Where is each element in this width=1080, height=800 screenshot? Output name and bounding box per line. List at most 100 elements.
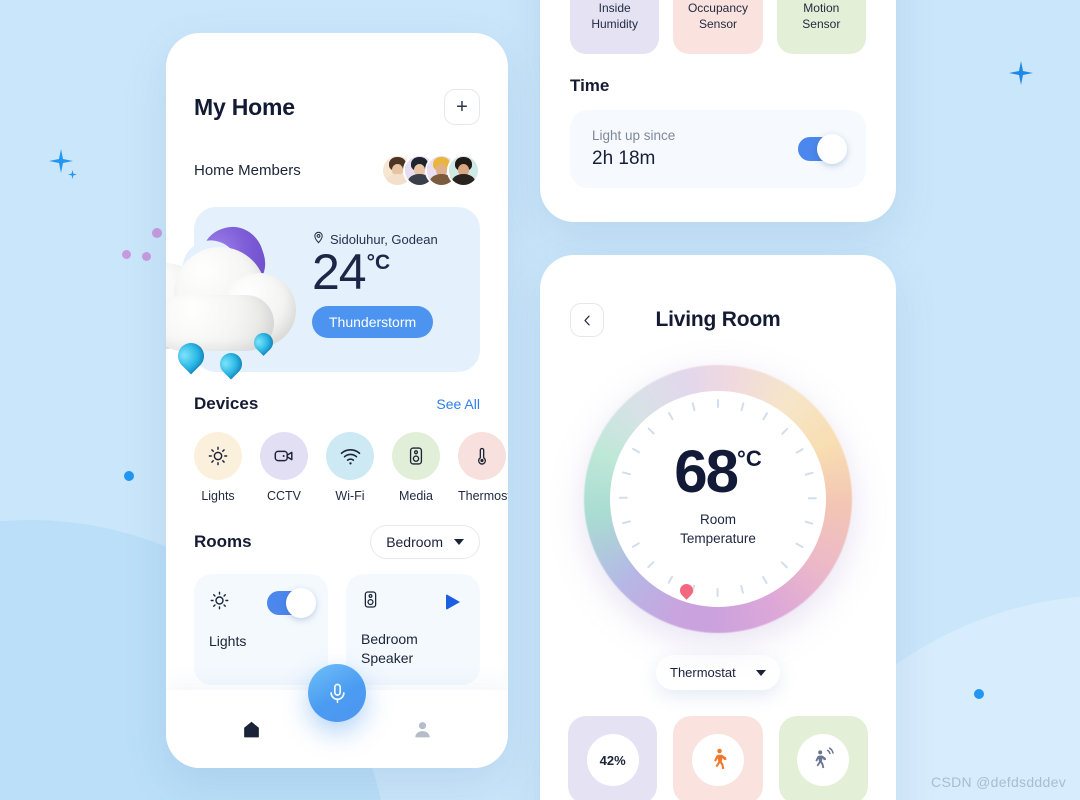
home-members-label: Home Members xyxy=(194,162,301,179)
weather-condition-badge[interactable]: Thunderstorm xyxy=(312,305,434,338)
sensor-chip-occupancy[interactable]: Occupancy Sensor xyxy=(673,0,763,54)
wifi-icon xyxy=(326,432,374,480)
room-card-speaker[interactable]: Bedroom Speaker xyxy=(346,574,480,685)
raindrop-icon xyxy=(215,348,247,380)
room-select-dropdown[interactable]: Bedroom xyxy=(370,525,480,559)
rooms-header: Rooms Bedroom xyxy=(194,525,480,559)
device-label: Media xyxy=(398,489,434,503)
occupancy-bubble xyxy=(691,734,744,786)
chip-motion[interactable] xyxy=(778,716,868,800)
sensor-chip-list: Inside Humidity Occupancy Sensor Motion … xyxy=(540,0,896,54)
toggle-knob xyxy=(817,134,847,164)
dial-temperature-value: 68 xyxy=(674,438,739,506)
sun-icon xyxy=(209,590,230,616)
room-card-label: Lights xyxy=(209,633,247,649)
play-button[interactable] xyxy=(441,590,465,614)
temperature-unit: °C xyxy=(366,251,391,274)
devices-title: Devices xyxy=(194,394,259,413)
nav-item-profile[interactable] xyxy=(405,711,441,747)
video-camera-icon xyxy=(260,432,308,480)
device-label: Thermostat xyxy=(458,489,508,503)
decor-dot-blue-2 xyxy=(974,689,984,699)
light-up-since-label: Light up since xyxy=(592,128,676,143)
sensor-chip-label: Inside Humidity xyxy=(591,0,638,31)
device-item-media[interactable]: Media xyxy=(392,432,440,503)
chevron-left-icon xyxy=(583,315,590,325)
mode-select-value: Thermostat xyxy=(670,665,736,680)
back-button[interactable] xyxy=(570,303,604,337)
decor-dot-purple-1 xyxy=(152,228,162,238)
light-up-since-value: 2h 18m xyxy=(592,148,656,169)
member-avatars[interactable] xyxy=(381,154,480,187)
weather-card[interactable]: Sidoluhur, Godean 24 °C Thunderstorm xyxy=(166,207,480,380)
home-header: My Home + xyxy=(194,33,480,125)
device-label: Wi-Fi xyxy=(335,489,365,503)
dial-readout: 68 °C Room Temperature xyxy=(610,391,826,607)
microphone-icon xyxy=(329,683,345,703)
play-icon xyxy=(446,594,460,610)
dial-caption-line2: Temperature xyxy=(680,530,756,546)
devices-list: Lights CCTV Wi-Fi Media Thermos xyxy=(194,432,508,503)
voice-assistant-fab[interactable] xyxy=(308,664,366,722)
device-item-wifi[interactable]: Wi-Fi xyxy=(326,432,374,503)
avatar[interactable] xyxy=(447,154,480,187)
motion-sensor-icon xyxy=(815,747,835,769)
room-card-label: Bedroom Speaker xyxy=(361,631,418,666)
time-section-title: Time xyxy=(570,76,610,95)
room-card-lights[interactable]: Lights xyxy=(194,574,328,685)
speaker-icon xyxy=(361,590,380,614)
living-room-title: Living Room xyxy=(655,308,781,331)
dial-caption-line1: Room xyxy=(699,512,736,528)
device-item-lights[interactable]: Lights xyxy=(194,432,242,503)
light-up-since-row[interactable]: Light up since 2h 18m xyxy=(570,110,866,188)
sun-icon xyxy=(194,432,242,480)
dial-temperature-unit: °C xyxy=(737,446,762,472)
device-item-thermostat[interactable]: Thermostat xyxy=(458,432,508,503)
temperature-value: 24 xyxy=(312,244,367,300)
plus-icon: + xyxy=(456,96,468,118)
mode-select-dropdown[interactable]: Thermostat xyxy=(656,655,780,690)
chip-occupancy[interactable] xyxy=(673,716,763,800)
see-all-link[interactable]: See All xyxy=(436,396,480,412)
chevron-down-icon xyxy=(454,539,464,545)
walking-person-icon xyxy=(714,748,727,770)
speaker-icon xyxy=(392,432,440,480)
light-up-toggle[interactable] xyxy=(798,134,847,164)
device-label: Lights xyxy=(201,489,235,503)
device-item-cctv[interactable]: CCTV xyxy=(260,432,308,503)
add-device-button[interactable]: + xyxy=(444,89,480,125)
decor-dot-purple-2 xyxy=(122,250,131,259)
decor-dot-blue-1 xyxy=(124,471,134,481)
device-label: CCTV xyxy=(266,489,302,503)
page-title: My Home xyxy=(194,93,295,120)
sparkle-right-icon xyxy=(1008,60,1034,86)
home-members-row: Home Members xyxy=(194,154,480,187)
nav-item-home[interactable] xyxy=(234,711,270,747)
watermark: CSDN @defdsdddev xyxy=(931,774,1066,790)
dial-caption: Room Temperature xyxy=(680,511,756,547)
weather-illustration xyxy=(166,219,312,381)
humidity-percent-bubble: 42% xyxy=(586,734,639,786)
living-room-card: Living Room 68 °C Room Temperature Therm… xyxy=(540,255,896,800)
sensor-chip-label: Motion Sensor xyxy=(802,0,841,31)
decor-dot-purple-3 xyxy=(142,252,151,261)
sensor-chip-motion[interactable]: Motion Sensor xyxy=(776,0,866,54)
thermometer-icon xyxy=(458,432,506,480)
living-room-chip-list: 42% xyxy=(540,716,896,800)
living-room-header: Living Room xyxy=(540,255,896,337)
toggle-knob xyxy=(286,588,316,618)
humidity-percent-text: 42% xyxy=(599,752,626,768)
temperature-dial[interactable]: 68 °C Room Temperature xyxy=(584,365,852,633)
motion-bubble xyxy=(797,734,850,786)
chip-humidity-value[interactable]: 42% xyxy=(568,716,658,800)
home-screen-card: My Home + Home Members Sidoluhur, Godean… xyxy=(166,33,508,768)
sensors-time-card: Inside Humidity Occupancy Sensor Motion … xyxy=(540,0,896,222)
weather-temperature: 24 °C xyxy=(312,244,438,300)
chevron-down-icon xyxy=(756,669,766,676)
room-select-value: Bedroom xyxy=(386,534,443,550)
sensor-chip-humidity[interactable]: Inside Humidity xyxy=(570,0,660,54)
lights-toggle[interactable] xyxy=(267,588,316,618)
sparkle-small-icon xyxy=(68,170,77,179)
rooms-title: Rooms xyxy=(194,532,252,551)
sensor-chip-label: Occupancy Sensor xyxy=(687,0,748,31)
